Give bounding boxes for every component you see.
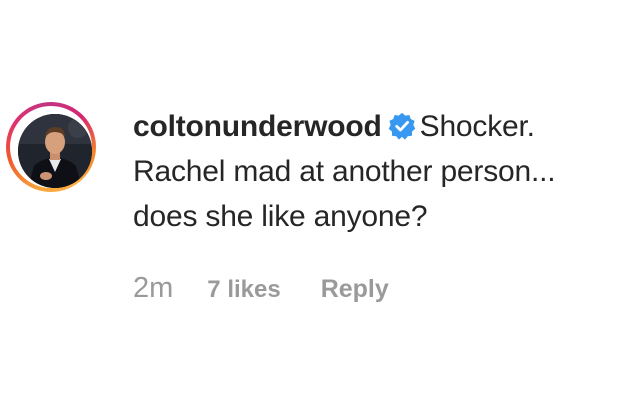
comment-timestamp: 2m <box>133 272 174 304</box>
avatar[interactable] <box>18 114 92 188</box>
avatar-story-ring[interactable] <box>6 102 96 192</box>
comment-body-line-3: does she like anyone? <box>133 200 428 233</box>
comment: coltonunderwood Shocker. Rachel mad at a… <box>0 0 620 401</box>
comment-body-line-1: Shocker. <box>419 110 535 143</box>
avatar-ring-gap <box>10 106 92 188</box>
verified-badge-icon <box>388 112 415 140</box>
likes-count-link[interactable]: 7 likes <box>207 276 280 304</box>
username-link[interactable]: coltonunderwood <box>133 110 382 143</box>
comment-meta: 2m 7 likes Reply <box>133 272 389 312</box>
comment-text: coltonunderwood Shocker. Rachel mad at a… <box>133 104 613 239</box>
reply-button[interactable]: Reply <box>321 275 389 304</box>
profile-photo-icon <box>18 114 92 188</box>
comment-body-line-2: Rachel mad at another person... <box>133 155 556 188</box>
